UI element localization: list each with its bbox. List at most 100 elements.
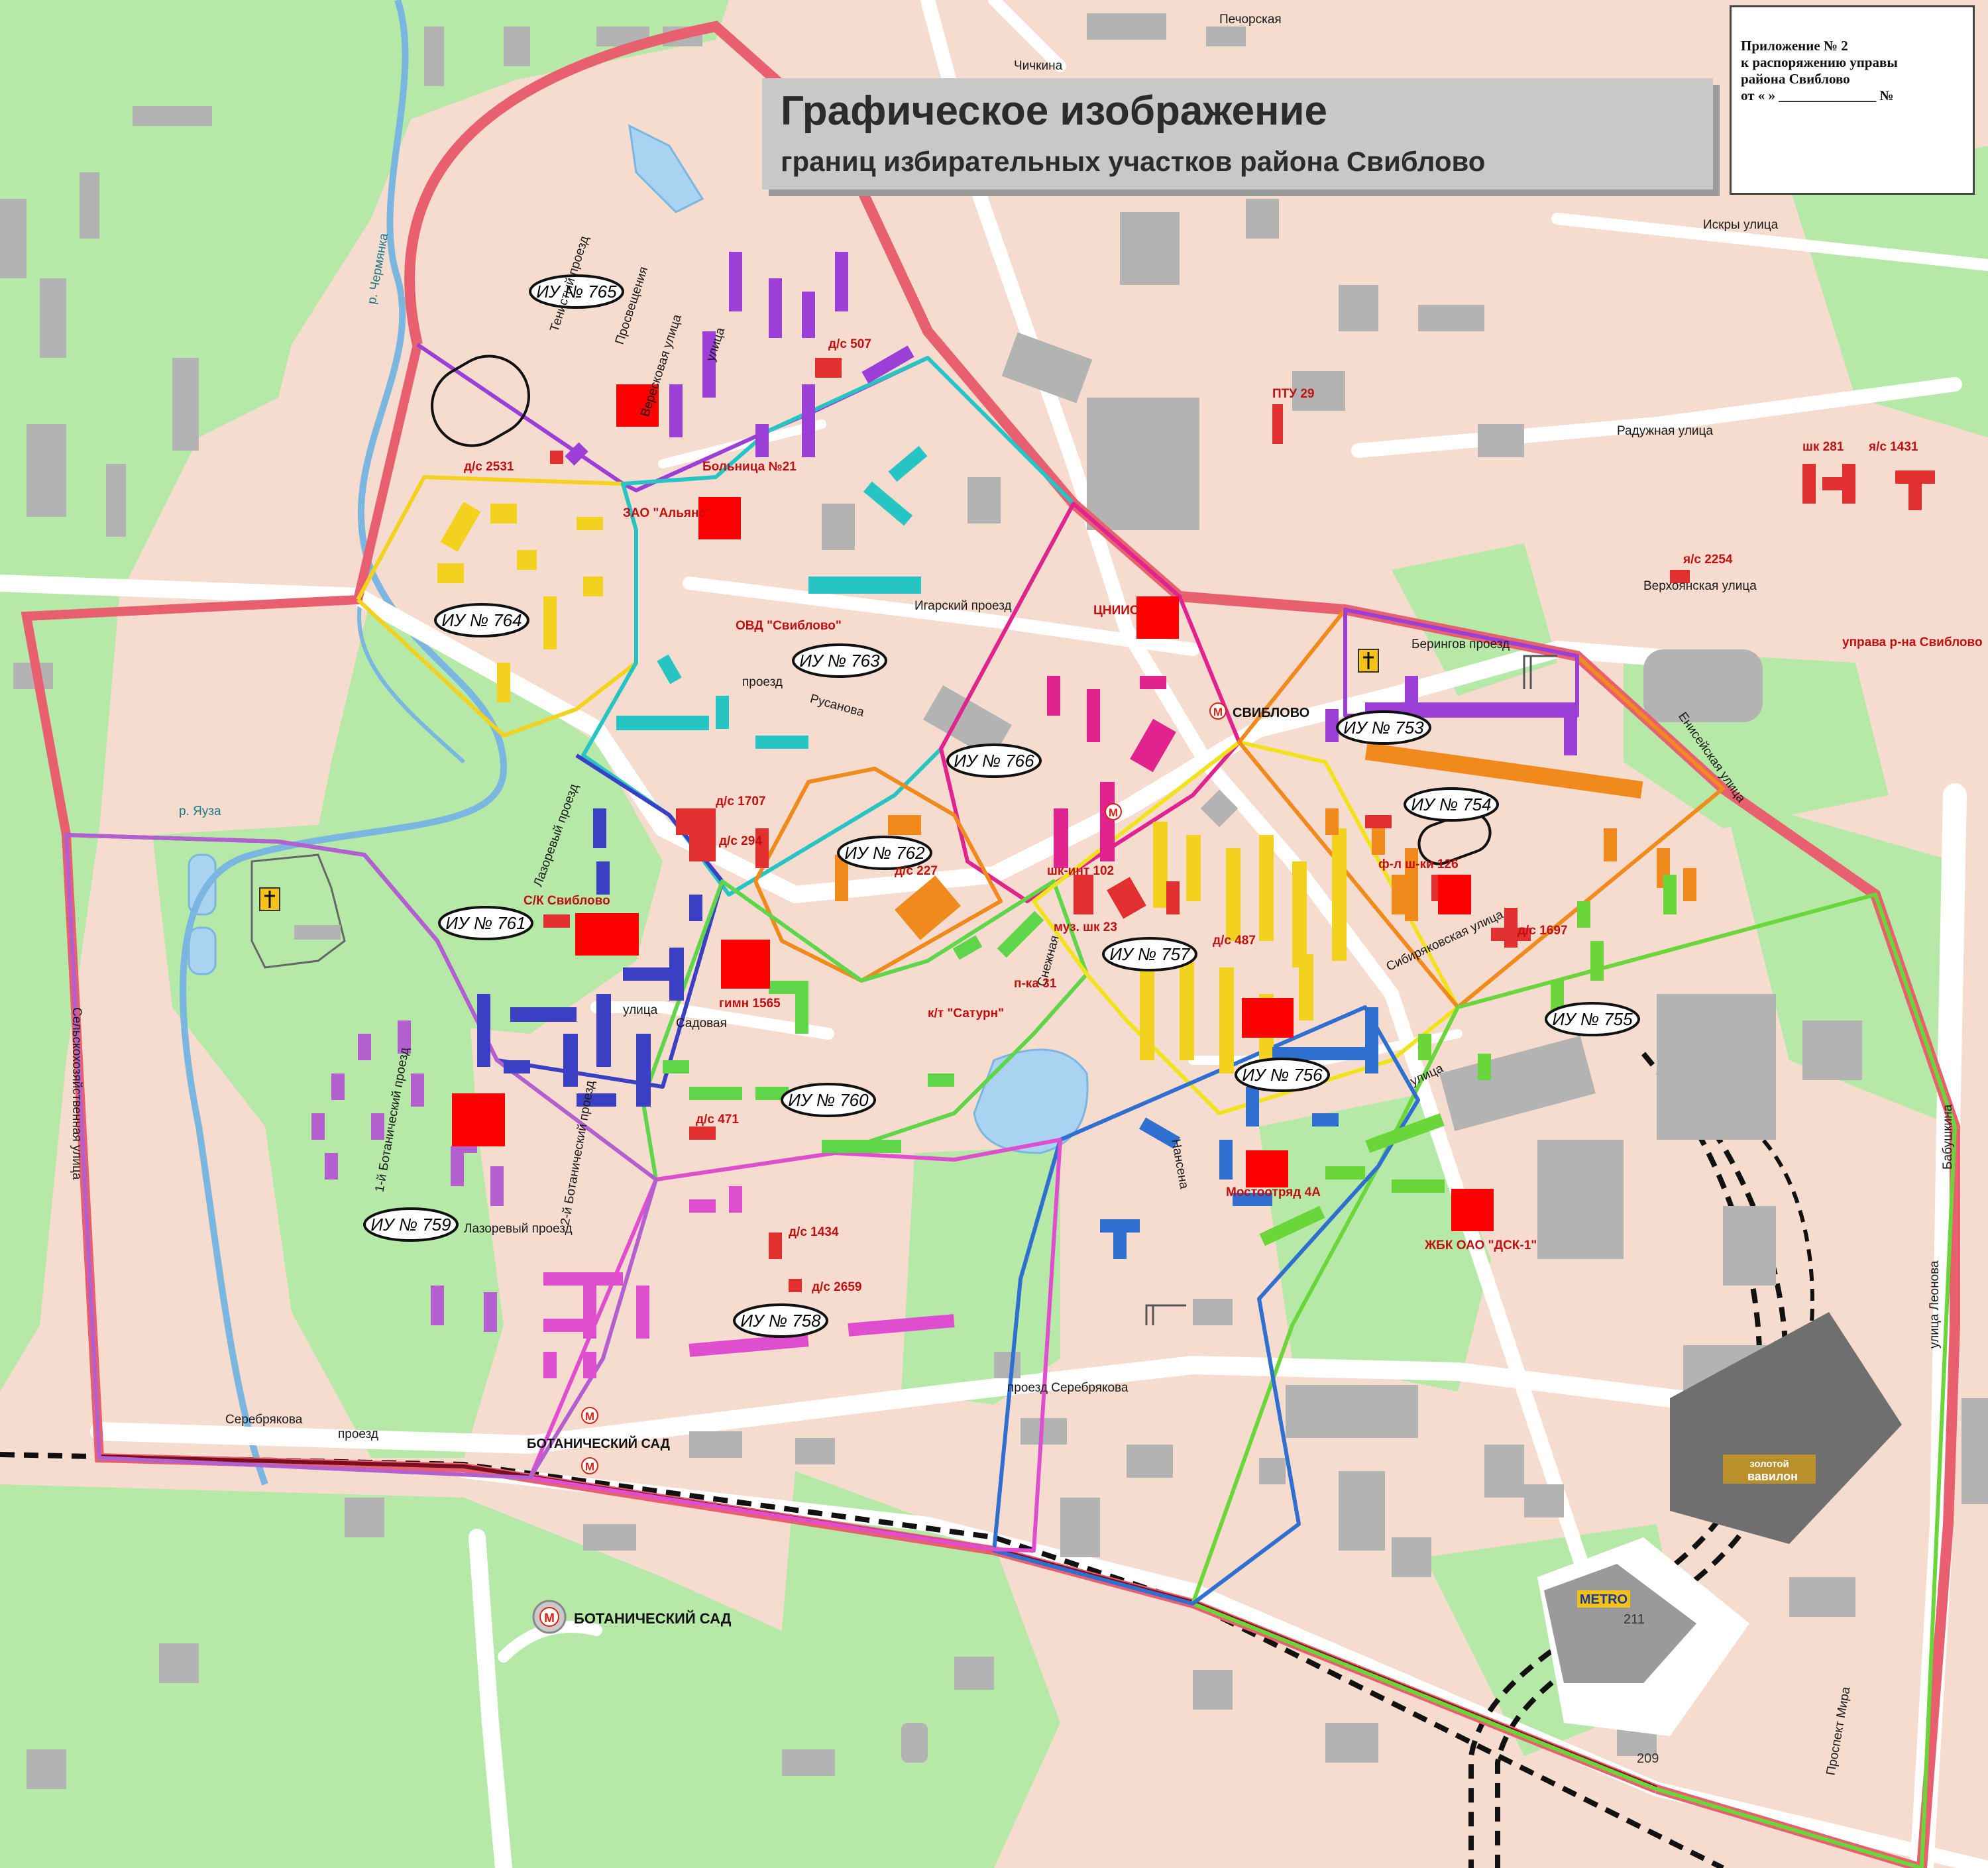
map-title-box: Графическое изображение границ избирател… (762, 78, 1713, 190)
street-serebryakova-2b: проезд (338, 1427, 378, 1441)
metro-icon: M (532, 1600, 567, 1634)
svg-text:M: M (1109, 806, 1118, 819)
label-mostotryad: Мостоотряд 4А (1226, 1185, 1321, 1199)
label-muz-shk23: муз. шк 23 (1054, 920, 1117, 934)
metro-icon: M (1209, 702, 1227, 720)
vavilon-label-bottom: вавилон (1747, 1470, 1798, 1483)
district-label-760: ИУ № 760 (781, 1083, 876, 1117)
label-saturn: к/т "Сатурн" (928, 1007, 1004, 1020)
label-ds1434: д/с 1434 (789, 1225, 839, 1239)
label-shk281: шк 281 (1802, 440, 1844, 454)
svg-text:M: M (585, 1410, 594, 1423)
label-ds227: д/с 227 (895, 864, 938, 878)
label-botsad-metro: БОТАНИЧЕСКИЙ САД (527, 1435, 670, 1451)
street-serebryakova-2: Серебрякова (225, 1413, 303, 1427)
label-ds507: д/с 507 (828, 337, 871, 351)
district-label-763: ИУ № 763 (792, 643, 887, 678)
street-radujnaya: Радужная улица (1617, 424, 1713, 438)
district-label-757: ИУ № 757 (1102, 937, 1197, 971)
river-yauza: р. Яуза (179, 804, 221, 818)
svg-text:ИУ № 764: ИУ № 764 (441, 610, 522, 630)
label-ptu29: ПТУ 29 (1272, 387, 1315, 401)
street-babushkina: Бабушкина (1941, 1104, 1955, 1170)
district-label-761: ИУ № 761 (438, 906, 533, 940)
street-serebryakova-1: проезд Серебрякова (1007, 1381, 1129, 1395)
metro-icon: M (581, 1457, 598, 1474)
annex-line-3: района Свиблово (1741, 71, 1850, 87)
polling-station-759 (452, 1093, 505, 1146)
label-ds1707: д/с 1707 (716, 795, 765, 808)
metro-store-label: METRO (1580, 1592, 1628, 1607)
polling-station-754 (1438, 875, 1471, 914)
svg-text:ИУ № 761: ИУ № 761 (445, 913, 525, 933)
district-label-764: ИУ № 764 (434, 603, 529, 637)
map-subtitle: границ избирательных участков района Сви… (781, 146, 1486, 177)
label-ovd: ОВД "Свиблово" (736, 619, 842, 633)
label-sviblovo-metro: СВИБЛОВО (1233, 706, 1309, 720)
svg-text:ИУ № 756: ИУ № 756 (1242, 1065, 1323, 1085)
polling-station-zhbk (1451, 1189, 1494, 1231)
label-ds1697: д/с 1697 (1518, 924, 1567, 938)
building-number-211: 211 (1624, 1612, 1645, 1627)
map-title: Графическое изображение (781, 88, 1328, 134)
label-gimn1565: гимн 1565 (719, 997, 781, 1011)
polling-station-sk (575, 913, 639, 956)
label-bolnitsa: Больница №21 (702, 460, 797, 474)
district-label-754: ИУ № 754 (1404, 787, 1499, 822)
annex-line-1: Приложение № 2 (1741, 38, 1848, 54)
label-zhbk: ЖБК ОАО "ДСК-1" (1424, 1238, 1537, 1252)
label-ds471: д/с 471 (696, 1113, 739, 1126)
church-icon (1358, 649, 1379, 673)
svg-text:ИУ № 758: ИУ № 758 (740, 1311, 821, 1331)
street-verkhoyanskaya: Верхоянская улица (1643, 579, 1757, 593)
label-ds487: д/с 487 (1213, 934, 1256, 948)
svg-text:ИУ № 754: ИУ № 754 (1411, 795, 1491, 814)
svg-text:ИУ № 760: ИУ № 760 (788, 1090, 869, 1110)
svg-text:ИУ № 757: ИУ № 757 (1109, 944, 1191, 964)
street-pechorskaya: Печорская (1219, 13, 1282, 27)
metro-icon: M (1105, 803, 1122, 820)
label-ys2254: я/с 2254 (1683, 553, 1733, 567)
street-igarsky: Игарский проезд (914, 599, 1012, 613)
street-sadovaya-ul: улица (623, 1003, 658, 1017)
label-shk-int102: шк-инт 102 (1047, 864, 1114, 878)
church-icon (259, 887, 280, 911)
label-pka31: п-ка 31 (1014, 977, 1057, 991)
svg-text:M: M (1213, 706, 1223, 718)
label-sk-sviblovo: С/К Свиблово (524, 894, 610, 908)
street-selhoz: Сельскохозяйственная улица (70, 1007, 83, 1180)
svg-text:ИУ № 766: ИУ № 766 (954, 751, 1034, 771)
label-ds294: д/с 294 (719, 834, 762, 848)
svg-text:M: M (585, 1460, 594, 1473)
svg-text:ИУ № 755: ИУ № 755 (1552, 1009, 1633, 1029)
polling-station-757 (1242, 998, 1294, 1038)
svg-text:M: M (544, 1612, 555, 1625)
annex-line-2: к распоряжению управы (1741, 54, 1898, 70)
label-ds2531: д/с 2531 (464, 460, 514, 474)
district-label-755: ИУ № 755 (1545, 1002, 1640, 1036)
district-label-766: ИУ № 766 (946, 743, 1042, 778)
svg-text:ИУ № 753: ИУ № 753 (1343, 718, 1424, 738)
street-beringov: Берингов проезд (1411, 637, 1510, 651)
district-label-759: ИУ № 759 (363, 1207, 459, 1242)
street-sadovaya: Садовая (676, 1016, 727, 1030)
building-number-209: 209 (1637, 1751, 1659, 1766)
annex-note: Приложение № 2 к распоряжению управы рай… (1730, 5, 1975, 195)
district-label-758: ИУ № 758 (733, 1303, 828, 1338)
street-leonova: улица Леонова (1928, 1260, 1942, 1348)
street-iskry: Искры улица (1703, 218, 1779, 232)
vavilon-label-top: золотой (1749, 1458, 1789, 1470)
polling-station-mostotryad (1246, 1150, 1288, 1187)
label-cniis: ЦНИИС (1093, 604, 1139, 618)
street-chichkin: Чичкина (1014, 59, 1063, 73)
label-zao-alians: ЗАО "Альянс" (623, 506, 712, 520)
svg-text:ИУ № 759: ИУ № 759 (370, 1215, 451, 1235)
label-ys1431: я/с 1431 (1868, 440, 1918, 454)
label-fl-kii: ф-л ш-ки 126 (1378, 857, 1459, 871)
street-rusanova-1: проезд (742, 675, 783, 689)
polling-station-gimn (721, 940, 770, 989)
annex-line-4: от « » ______________ № (1741, 87, 1894, 103)
district-map: METRO 211 209 золотой вавилон M M M M M … (0, 0, 1988, 1868)
street-lazorevy-2: Лазоревый проезд (464, 1222, 573, 1236)
district-label-756: ИУ № 756 (1235, 1058, 1330, 1092)
